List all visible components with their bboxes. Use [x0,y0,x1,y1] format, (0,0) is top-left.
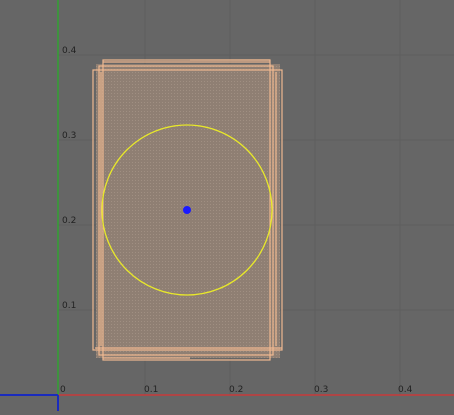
x-tick-label: 0.2 [229,385,243,395]
x-tick-label: 0.4 [398,385,413,395]
y-tick-label: 0.1 [62,301,76,311]
center-point[interactable] [183,206,191,214]
origin-label: 0 [60,385,66,395]
2d-viewport[interactable]: 0 0.1 0.2 0.3 0.4 0.4 0.3 0.2 0.1 [0,0,454,411]
viewport-canvas[interactable]: 0 0.1 0.2 0.3 0.4 0.4 0.3 0.2 0.1 [0,0,454,411]
y-tick-label: 0.2 [62,216,76,226]
y-tick-label: 0.4 [62,46,77,56]
x-tick-label: 0.1 [144,385,158,395]
y-tick-label: 0.3 [62,131,76,141]
x-tick-label: 0.3 [314,385,328,395]
